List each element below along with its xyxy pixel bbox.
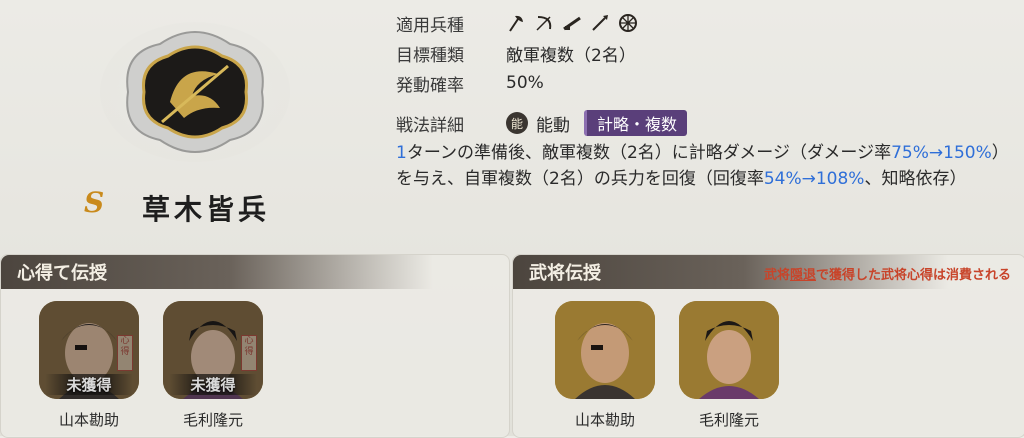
portrait: [555, 301, 655, 399]
portrait: [679, 301, 779, 399]
skill-detail-section: S 草木皆兵 適用兵種 目標種類 敵軍複数（2名） 発動確率 50% 戦法詳細 …: [0, 0, 1024, 248]
heal-rate: 54%→108%: [763, 169, 865, 189]
learn-card-yamamoto[interactable]: 心得 未獲得 山本勘助: [39, 301, 139, 430]
skill-name: 草木皆兵: [142, 193, 271, 226]
rate-value: 50%: [506, 73, 544, 93]
general-name: 毛利隆元: [698, 411, 759, 429]
target-row: 目標種類 敵軍複数（2名）: [396, 38, 1016, 68]
desc-text-1: ターンの準備後、敵軍複数（2名）に計略ダメージ（ダメージ率: [406, 143, 892, 163]
status-label: 未獲得: [45, 374, 133, 395]
target-label: 目標種類: [396, 45, 464, 66]
detail-row: 戦法詳細 能 能動 計略・複数: [396, 108, 1016, 138]
damage-rate: 75%→150%: [891, 143, 992, 163]
retire-note: 武将隠退で獲得した武将心得は消費される: [764, 264, 1011, 283]
seal-stamp: 心得: [117, 335, 133, 371]
rate-label: 発動確率: [396, 75, 464, 96]
status-label: 未獲得: [169, 374, 257, 395]
general-name: 毛利隆元: [182, 411, 243, 429]
spear-icon: [592, 15, 608, 31]
teach-card-mori[interactable]: 毛利隆元: [679, 301, 779, 430]
note-text-a: 武将: [763, 268, 790, 283]
desc-text-3: 、知略依存）: [864, 169, 967, 189]
learn-panel-title: 心得て伝授: [17, 263, 107, 284]
general-name: 山本勘助: [58, 411, 119, 429]
general-name: 山本勘助: [574, 411, 635, 429]
gun-icon: [563, 16, 581, 31]
skill-description: 1ターンの準備後、敵軍複数（2名）に計略ダメージ（ダメージ率75%→150%）を…: [396, 140, 1008, 192]
rate-row: 発動確率 50%: [396, 68, 1016, 98]
unit-type-icons: [506, 13, 638, 33]
category-tag: 計略・複数: [584, 110, 688, 136]
general-portrait-icon: [555, 301, 655, 399]
target-value: 敵軍複数（2名）: [506, 45, 636, 66]
skill-info: 適用兵種 目標種類 敵軍複数（2名） 発動確率 50% 戦法詳細 能 能動 計略…: [396, 8, 1016, 192]
note-text-b: で獲得した武将心得は消費される: [815, 268, 1011, 283]
learn-card-mori[interactable]: 心得 未獲得 毛利隆元: [163, 301, 263, 430]
teach-card-yamamoto[interactable]: 山本勘助: [555, 301, 655, 430]
seal-stamp: 心得: [241, 335, 257, 371]
ability-type: 能動: [536, 115, 570, 136]
learn-panel: 心得て伝授 心得 未獲得 山本勘助 心得 未獲得 毛利隆元: [0, 254, 510, 438]
axe-icon: [509, 15, 523, 32]
rarity-badge: S: [84, 186, 105, 219]
prep-turns: 1: [396, 143, 407, 163]
wheel-icon: [619, 14, 637, 32]
portrait: 心得 未獲得: [39, 301, 139, 399]
detail-label: 戦法詳細: [396, 115, 464, 136]
portrait: 心得 未獲得: [163, 301, 263, 399]
general-teach-header: 武将伝授 武将隠退で獲得した武将心得は消費される: [513, 255, 1024, 289]
unit-types-row: 適用兵種: [396, 8, 1016, 38]
general-portrait-icon: [679, 301, 779, 399]
learn-panel-header: 心得て伝授: [1, 255, 509, 289]
retire-link[interactable]: 隠退: [790, 268, 816, 283]
general-teach-title: 武将伝授: [529, 263, 601, 284]
general-teach-panel: 武将伝授 武将隠退で獲得した武将心得は消費される 山本勘助 毛利隆元: [512, 254, 1024, 438]
spiral-sword-emblem-icon: [100, 22, 290, 162]
ability-badge: 能: [506, 112, 528, 134]
unit-types-label: 適用兵種: [396, 15, 464, 36]
bow-icon: [536, 16, 552, 31]
